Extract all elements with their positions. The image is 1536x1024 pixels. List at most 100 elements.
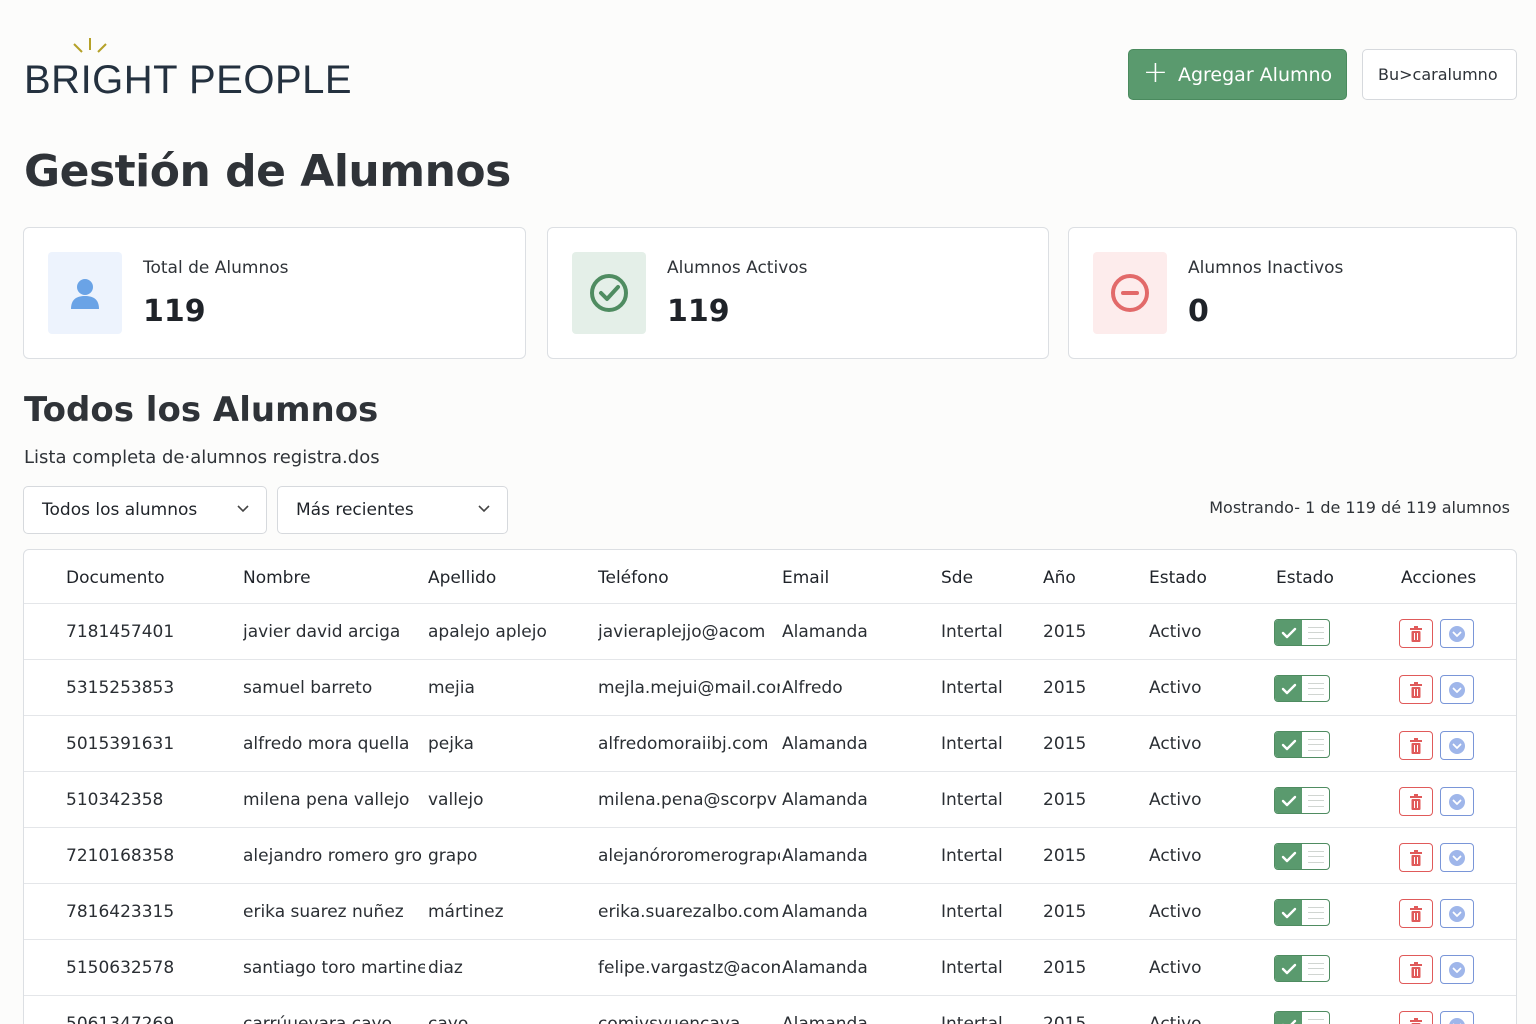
status-toggle[interactable]	[1274, 787, 1330, 814]
delete-button[interactable]	[1399, 955, 1433, 984]
page-title: Gestión de Alumnos	[24, 146, 511, 197]
cell-estado: Activo	[1149, 958, 1202, 978]
trash-icon	[1410, 849, 1422, 866]
cell-nombre: carrúuevara cayo	[243, 1014, 392, 1024]
status-toggle[interactable]	[1274, 1011, 1330, 1024]
view-button[interactable]	[1440, 731, 1474, 760]
delete-button[interactable]	[1399, 787, 1433, 816]
cell-sede: Intertal	[941, 790, 1003, 810]
table-row[interactable]: 7816423315 erika suarez nuñez mártinez erik…	[24, 884, 1516, 940]
toggle-knob	[1308, 851, 1324, 863]
cell-anio: 2015	[1043, 846, 1087, 866]
sort-select[interactable]: Más recientes	[277, 486, 508, 534]
stat-card-active: Alumnos Activos 119	[547, 227, 1049, 359]
cell-apellido: pejka	[428, 734, 474, 754]
table-row[interactable]: 5315253853 samuel barreto mejia mejla.mejui…	[24, 660, 1516, 716]
cell-estado: Activo	[1149, 622, 1202, 642]
delete-button[interactable]	[1399, 731, 1433, 760]
table-row[interactable]: 5061347269 carrúuevara cayo cayo comivsvuen…	[24, 996, 1516, 1024]
cell-documento: 5061347269	[66, 1014, 175, 1024]
search-input[interactable]	[1362, 49, 1517, 100]
eye-chevron-icon	[1449, 905, 1465, 922]
trash-icon	[1410, 1017, 1422, 1024]
showing-count: Mostrando- 1 de 119 dé 119 alumnos	[1209, 498, 1510, 517]
cell-email: Alamanda	[782, 958, 868, 978]
column-header-telefono[interactable]: Teléfono	[598, 568, 669, 588]
students-table: Documento Nombre Apellido Teléfono Email…	[23, 549, 1517, 1024]
delete-button[interactable]	[1399, 619, 1433, 648]
check-icon	[1275, 676, 1302, 701]
view-button[interactable]	[1440, 1011, 1474, 1024]
cell-email: Alfredo	[782, 678, 843, 698]
cell-sede: Intertal	[941, 678, 1003, 698]
table-row[interactable]: 7181457401 javier david arciga apalejo apl…	[24, 604, 1516, 660]
cell-estado: Activo	[1149, 678, 1202, 698]
cell-nombre: alfredo mora quella	[243, 734, 410, 754]
cell-telefono: alfredomoraiibj.com	[598, 734, 769, 754]
table-row[interactable]: 7210168358 alejandro romero gro grapo aleja…	[24, 828, 1516, 884]
view-button[interactable]	[1440, 955, 1474, 984]
cell-documento: 510342358	[66, 790, 164, 810]
delete-button[interactable]	[1399, 843, 1433, 872]
chevron-down-icon	[237, 505, 249, 513]
minus-circle-icon	[1111, 274, 1149, 312]
view-button[interactable]	[1440, 619, 1474, 648]
cell-telefono: erika.suarezalbo.com	[598, 902, 780, 922]
table-row[interactable]: 510342358 milena pena vallejo vallejo milen…	[24, 772, 1516, 828]
cell-nombre: samuel barreto	[243, 678, 373, 698]
cell-sede: Intertal	[941, 734, 1003, 754]
status-toggle[interactable]	[1274, 675, 1330, 702]
status-toggle[interactable]	[1274, 955, 1330, 982]
status-toggle[interactable]	[1274, 843, 1330, 870]
table-row[interactable]: 5015391631 alfredo mora quella pejka alfred…	[24, 716, 1516, 772]
eye-chevron-icon	[1449, 681, 1465, 698]
cell-sede: Intertal	[941, 846, 1003, 866]
cell-anio: 2015	[1043, 678, 1087, 698]
stat-card-total: Total de Alumnos 119	[23, 227, 526, 359]
column-header-nombre[interactable]: Nombre	[243, 568, 311, 588]
cell-telefono: javieraplejjo@acom	[598, 622, 766, 642]
delete-button[interactable]	[1399, 1011, 1433, 1024]
delete-button[interactable]	[1399, 899, 1433, 928]
column-header-estado-toggle[interactable]: Estado	[1276, 568, 1334, 588]
status-filter-select[interactable]: Todos los alumnos	[23, 486, 267, 534]
cell-sede: Intertal	[941, 958, 1003, 978]
sort-value: Más recientes	[296, 500, 414, 520]
stat-card-inactive: Alumnos Inactivos 0	[1068, 227, 1517, 359]
cell-email: Alamanda	[782, 622, 868, 642]
delete-button[interactable]	[1399, 675, 1433, 704]
check-icon	[1275, 900, 1302, 925]
view-button[interactable]	[1440, 843, 1474, 872]
stat-icon-box-total	[48, 252, 122, 334]
trash-icon	[1410, 681, 1422, 698]
cell-estado: Activo	[1149, 902, 1202, 922]
column-header-sede[interactable]: Sde	[941, 568, 973, 588]
check-icon	[1275, 788, 1302, 813]
check-circle-icon	[590, 274, 628, 312]
view-button[interactable]	[1440, 899, 1474, 928]
cell-documento: 5015391631	[66, 734, 175, 754]
column-header-estado[interactable]: Estado	[1149, 568, 1207, 588]
status-toggle[interactable]	[1274, 899, 1330, 926]
cell-nombre: santiago toro martinez	[243, 958, 425, 978]
stat-label-total: Total de Alumnos	[143, 258, 289, 278]
view-button[interactable]	[1440, 675, 1474, 704]
column-header-email[interactable]: Email	[782, 568, 829, 588]
add-student-button[interactable]: + Agregar Alumno	[1128, 49, 1347, 100]
trash-icon	[1410, 793, 1422, 810]
cell-estado: Activo	[1149, 846, 1202, 866]
status-toggle[interactable]	[1274, 731, 1330, 758]
view-button[interactable]	[1440, 787, 1474, 816]
cell-anio: 2015	[1043, 622, 1087, 642]
column-header-anio[interactable]: Año	[1043, 568, 1076, 588]
cell-documento: 7181457401	[66, 622, 175, 642]
cell-apellido: vallejo	[428, 790, 484, 810]
toggle-knob	[1308, 739, 1324, 751]
status-toggle[interactable]	[1274, 619, 1330, 646]
stat-icon-box-inactive	[1093, 252, 1167, 334]
column-header-apellido[interactable]: Apellido	[428, 568, 496, 588]
table-row[interactable]: 5150632578 santiago toro martinez diaz feli…	[24, 940, 1516, 996]
column-header-documento[interactable]: Documento	[66, 568, 164, 588]
stat-icon-box-active	[572, 252, 646, 334]
cell-sede: Intertal	[941, 622, 1003, 642]
